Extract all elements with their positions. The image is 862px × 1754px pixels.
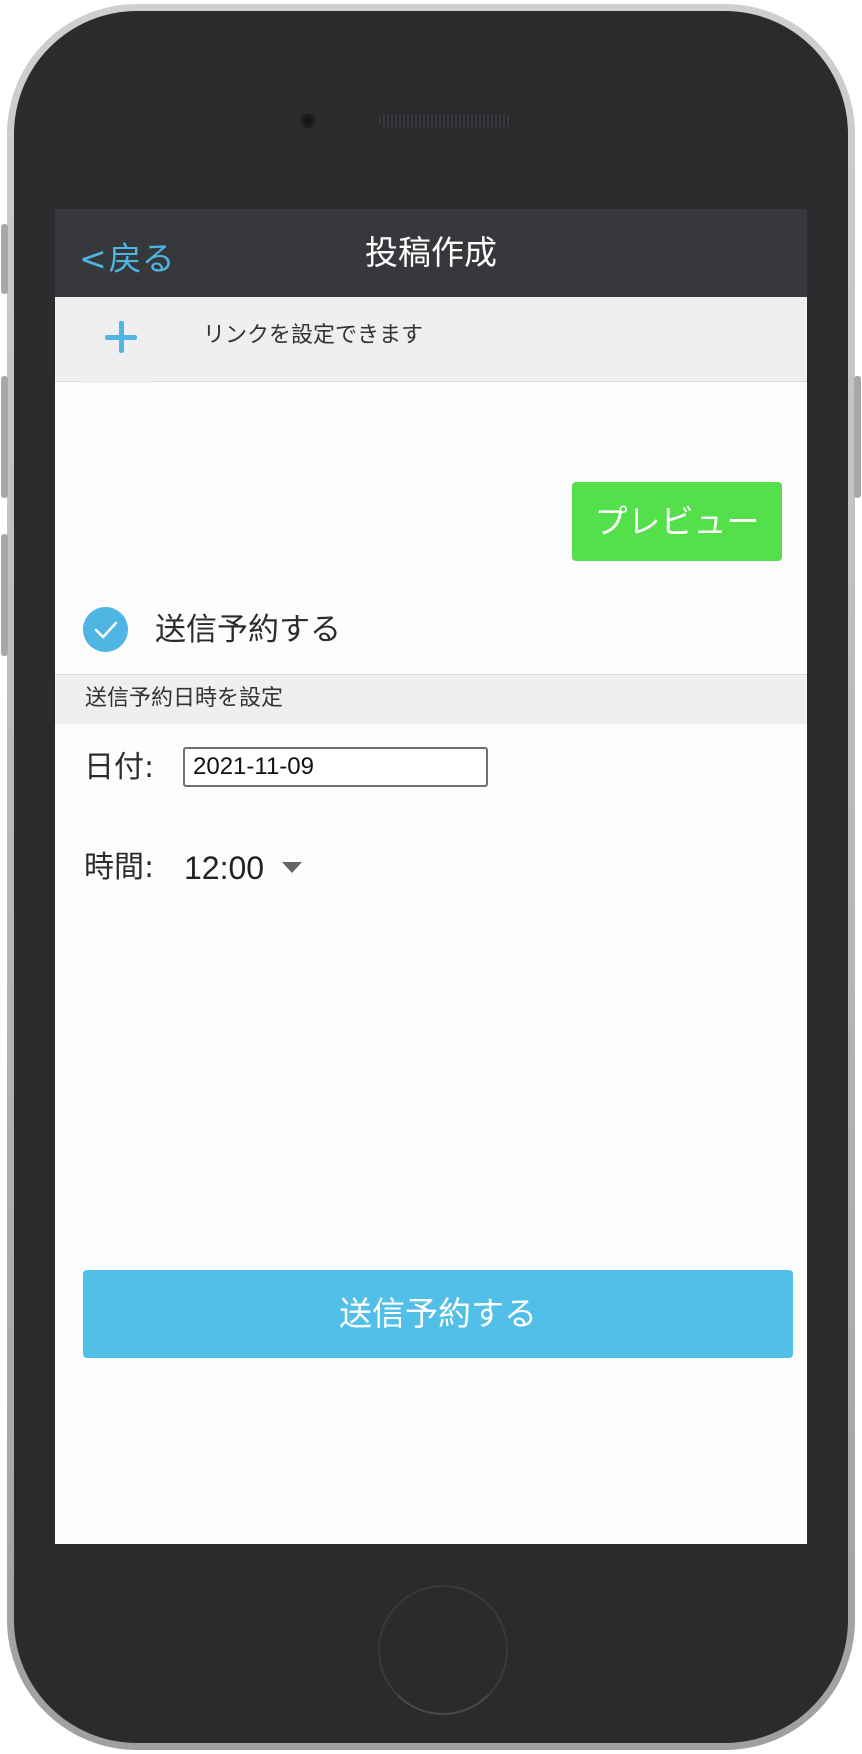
date-field[interactable]: 2021-11-09 xyxy=(183,747,488,787)
date-label: 日付: xyxy=(84,750,155,785)
link-settings-label: リンクを設定できます xyxy=(203,323,424,348)
add-link-icon[interactable] xyxy=(103,319,139,355)
time-label: 時間: xyxy=(84,850,155,885)
schedule-section-header: 送信予約日時を設定 xyxy=(55,674,807,724)
divider xyxy=(79,381,151,383)
speaker-grille xyxy=(379,114,511,127)
chevron-down-icon xyxy=(282,862,303,873)
app-screen: <戻る 投稿作成 リンクを設定できます プレビュー 送信予約する 送信予約日時を… xyxy=(55,209,807,1544)
link-settings-bar: リンクを設定できます xyxy=(55,297,807,382)
time-select[interactable]: 12:00 xyxy=(184,846,303,890)
volume-up-button xyxy=(1,376,8,498)
time-value: 12:00 xyxy=(184,850,265,886)
volume-down-button xyxy=(1,534,8,656)
schedule-submit-button[interactable]: 送信予約する xyxy=(83,1270,793,1358)
page-title: 投稿作成 xyxy=(365,233,497,272)
power-button xyxy=(854,376,861,498)
check-icon[interactable] xyxy=(83,607,128,652)
mute-switch xyxy=(1,224,8,294)
preview-button[interactable]: プレビュー xyxy=(572,482,782,561)
navbar: <戻る 投稿作成 xyxy=(55,209,807,297)
home-button[interactable] xyxy=(378,1585,508,1715)
camera-icon xyxy=(301,114,315,128)
schedule-toggle-label: 送信予約する xyxy=(155,612,341,648)
schedule-section-title: 送信予約日時を設定 xyxy=(85,686,284,711)
